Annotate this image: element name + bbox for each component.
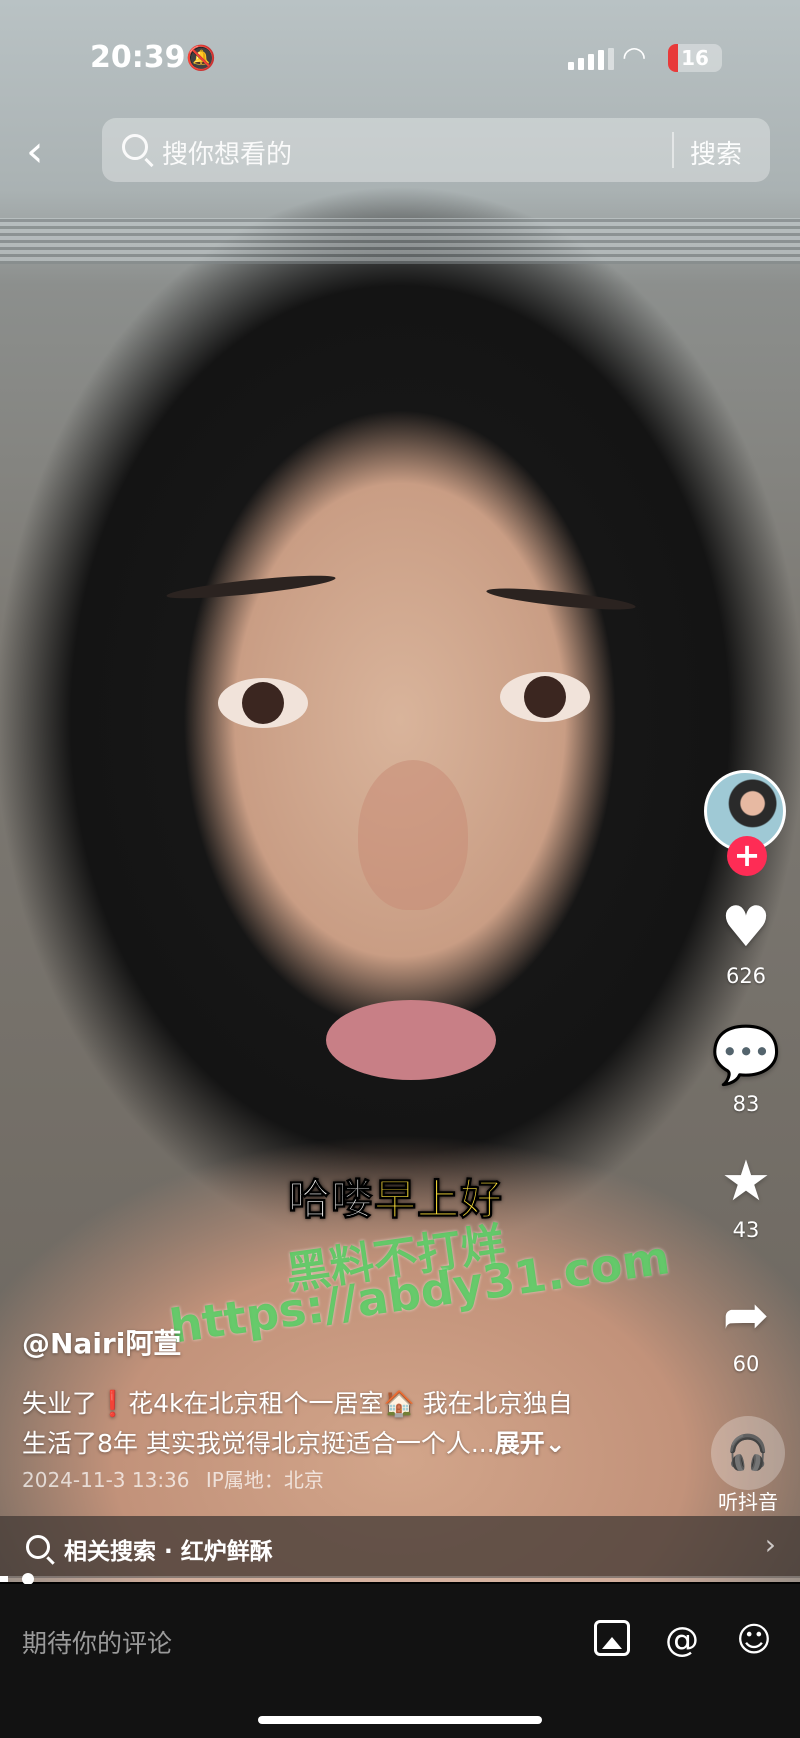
chevron-right-icon: › bbox=[764, 1528, 776, 1561]
at-icon[interactable]: @ bbox=[662, 1620, 702, 1660]
description-line2: 生活了8年 其实我觉得北京挺适合一个人... bbox=[22, 1429, 495, 1458]
clock: 20:39 bbox=[90, 40, 186, 75]
comment-bar: 期待你的评论 @ ☺ bbox=[0, 1584, 800, 1738]
silent-bell-icon: 🔕 bbox=[186, 44, 216, 72]
wifi-icon: ◠ bbox=[622, 40, 647, 73]
emoji-icon[interactable]: ☺ bbox=[734, 1620, 774, 1660]
lips bbox=[326, 1000, 496, 1080]
search-icon bbox=[122, 134, 148, 160]
post-date: 2024-11-3 13:36 bbox=[22, 1468, 190, 1492]
search-button[interactable]: 搜索 bbox=[690, 134, 742, 171]
subtitle-white: 哈喽 bbox=[287, 1175, 375, 1225]
comment-button[interactable]: 💬 83 bbox=[700, 1023, 792, 1117]
related-search-text: 相关搜索 · 红炉鲜酥 bbox=[64, 1539, 273, 1565]
search-bar[interactable]: 搜你想看的 搜索 bbox=[102, 118, 770, 182]
video-description[interactable]: 失业了❗花4k在北京租个一居室🏠 我在北京独自 生活了8年 其实我觉得北京挺适合… bbox=[22, 1384, 642, 1464]
favorite-button[interactable]: ★ 43 bbox=[700, 1149, 792, 1243]
related-search-bar[interactable]: 相关搜索 · 红炉鲜酥 › bbox=[0, 1516, 800, 1578]
comment-icon: 💬 bbox=[711, 1023, 781, 1088]
heart-icon: ♥ bbox=[720, 895, 772, 960]
share-button[interactable]: ➦ 60 bbox=[700, 1283, 792, 1377]
share-count: 60 bbox=[732, 1352, 760, 1376]
ip-location: IP属地：北京 bbox=[205, 1468, 324, 1492]
comment-input[interactable]: 期待你的评论 bbox=[22, 1624, 172, 1660]
post-meta: 2024-11-3 13:36 IP属地：北京 bbox=[22, 1464, 324, 1493]
comment-count: 83 bbox=[732, 1092, 760, 1116]
right-eye bbox=[500, 672, 590, 722]
star-icon: ★ bbox=[720, 1149, 772, 1214]
battery-icon: 16 bbox=[668, 44, 722, 72]
video-progress[interactable] bbox=[0, 1573, 800, 1585]
status-bar: 20:39 🔕 ◠ 16 bbox=[0, 30, 800, 86]
search-icon bbox=[26, 1535, 50, 1559]
share-icon: ➦ bbox=[722, 1283, 770, 1348]
image-icon[interactable] bbox=[594, 1620, 630, 1656]
back-icon[interactable]: ‹ bbox=[26, 130, 44, 174]
author-name[interactable]: @Nairi阿萱 bbox=[22, 1322, 181, 1362]
search-divider bbox=[672, 132, 674, 168]
nose bbox=[358, 760, 468, 910]
expand-button[interactable]: 展开⌄ bbox=[495, 1429, 566, 1458]
battery-level: 16 bbox=[681, 46, 709, 70]
home-indicator[interactable] bbox=[258, 1716, 542, 1724]
listen-label: 听抖音 bbox=[718, 1490, 778, 1514]
description-line1: 失业了❗花4k在北京租个一居室🏠 我在北京独自 bbox=[22, 1389, 573, 1418]
left-eye bbox=[218, 678, 308, 728]
cellular-signal-icon bbox=[568, 48, 614, 70]
follow-button[interactable]: + bbox=[727, 836, 767, 876]
headphones-icon: 🎧 bbox=[711, 1416, 785, 1490]
like-button[interactable]: ♥ 626 bbox=[700, 895, 792, 989]
like-count: 626 bbox=[725, 964, 767, 988]
progress-fill bbox=[0, 1576, 8, 1582]
background-vent bbox=[0, 218, 800, 264]
search-input[interactable]: 搜你想看的 bbox=[162, 134, 292, 171]
favorite-count: 43 bbox=[732, 1218, 760, 1242]
listen-button[interactable]: 🎧 听抖音 bbox=[704, 1416, 792, 1515]
